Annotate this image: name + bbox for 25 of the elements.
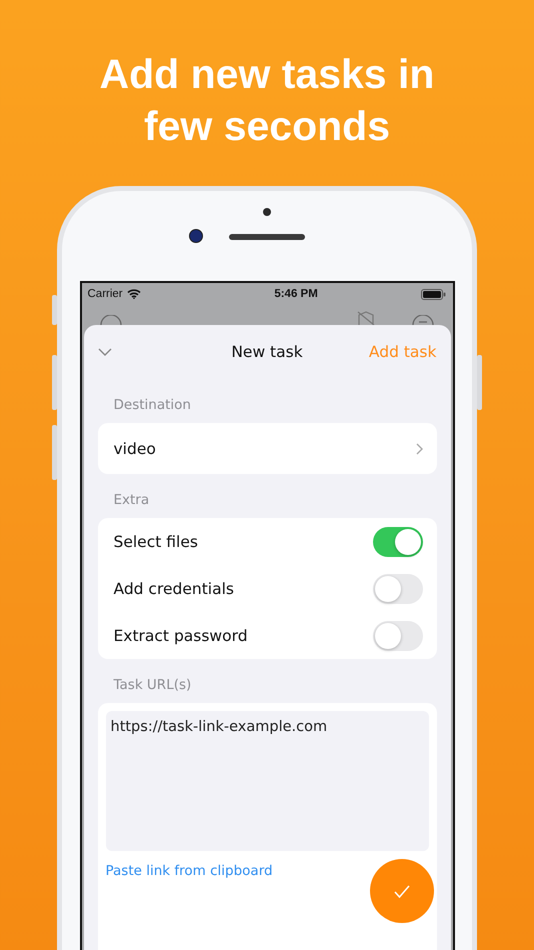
option-label: Add credentials [114,580,234,598]
carrier-label: Carrier [88,288,123,300]
sensor-icon [263,208,271,216]
section-label: Destination [114,397,192,415]
toggle-switch[interactable] [372,574,422,604]
sheet-title: New task [231,343,303,361]
option-label: Select files [114,532,198,550]
toggle-switch[interactable] [372,620,422,650]
checkmark-icon [394,884,410,898]
url-input-field[interactable]: https://task-link-example.com [106,711,428,851]
option-label: Extract password [114,626,248,644]
section-label: Extra [114,492,150,510]
battery-icon [421,288,446,300]
speaker-icon [229,234,305,240]
wifi-icon [126,289,141,299]
toggle-switch[interactable] [372,526,422,556]
chevron-right-icon [416,442,422,454]
chevron-down-icon [98,348,112,356]
status-time: 5:46 PM [274,288,318,300]
destination-value: video [114,440,156,458]
headline: Add new tasks in few seconds [98,50,436,151]
section-label: Task URL(s) [114,677,192,695]
camera-icon [189,229,203,243]
collapse-button[interactable] [98,348,112,356]
destination-row[interactable]: video [98,423,436,474]
